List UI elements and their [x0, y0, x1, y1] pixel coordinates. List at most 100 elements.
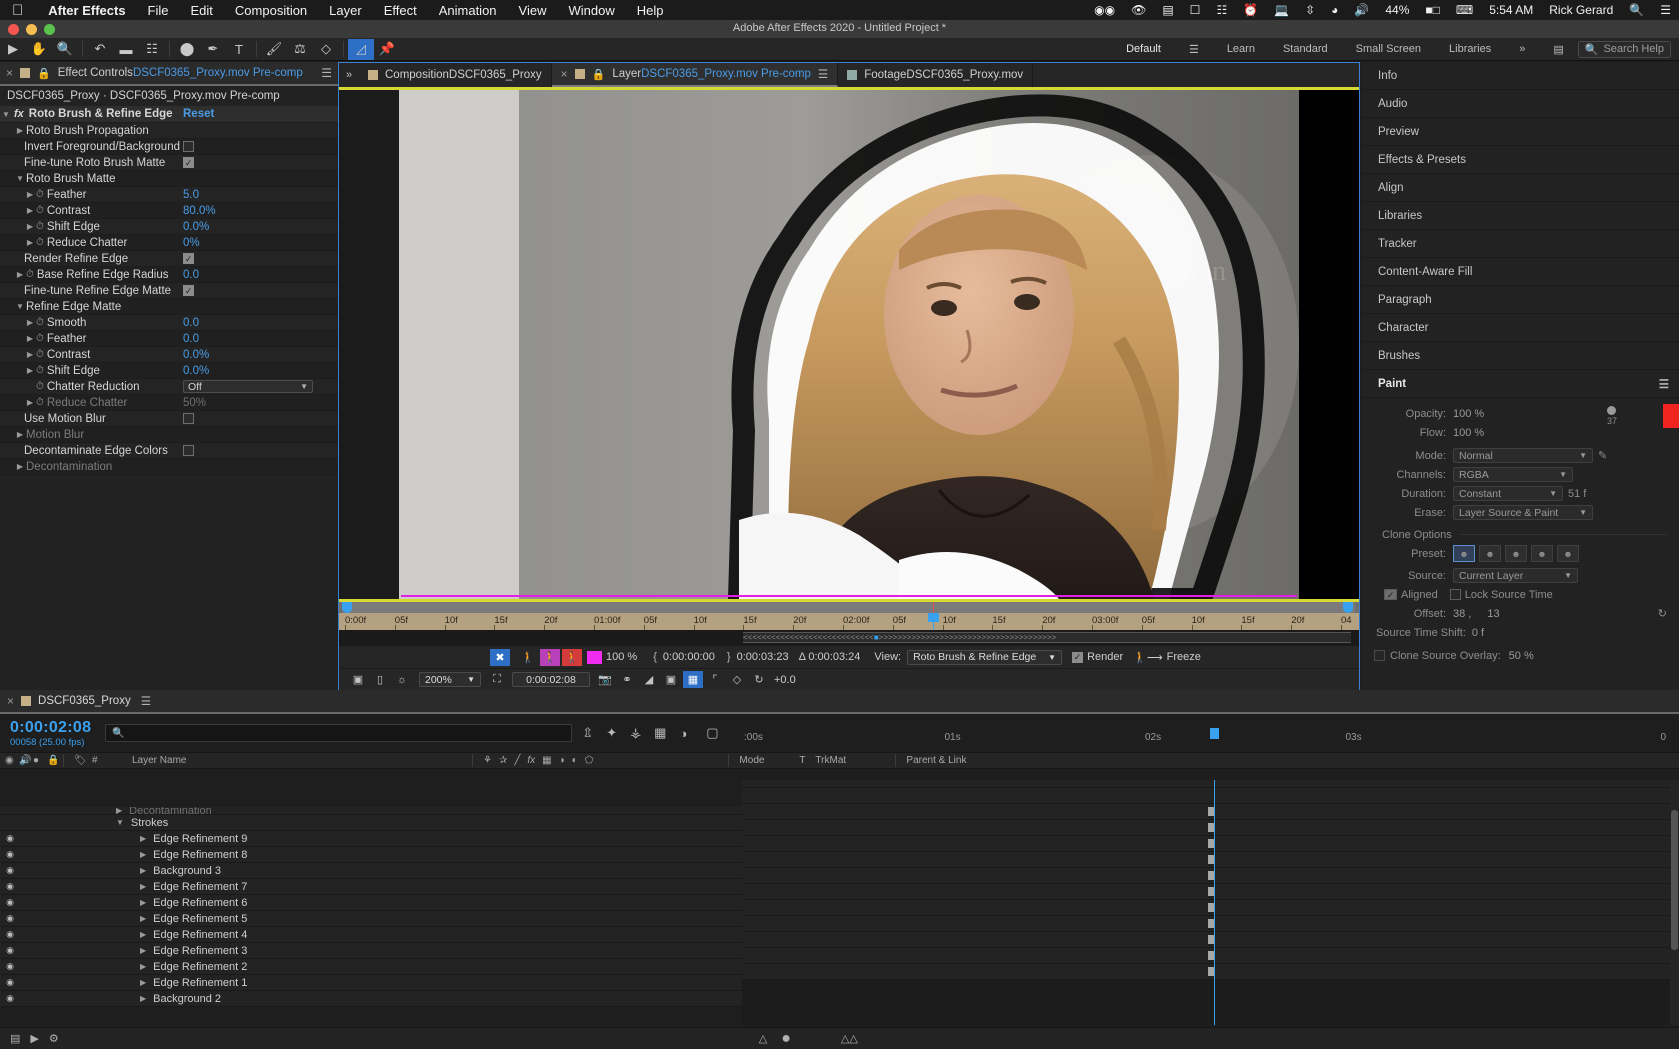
chevron-right-icon[interactable]: ▶	[140, 946, 146, 955]
transparency-grid-icon[interactable]: ▦	[683, 671, 703, 688]
paint-erase-row[interactable]: Erase: Layer Source & Paint ▼	[1374, 503, 1667, 522]
effect-row-roto-brush-propagation[interactable]: ▶ Roto Brush Propagation	[0, 123, 338, 139]
offset-value-y[interactable]: 13	[1487, 608, 1499, 620]
search-icon[interactable]: 🔍	[1621, 3, 1652, 17]
work-area[interactable]	[343, 602, 1355, 613]
screen-icon[interactable]: ▯	[370, 671, 390, 688]
adjustment-switch-icon[interactable]: ◐	[572, 755, 578, 766]
layer-row[interactable]: ◉ ▶ Edge Refinement 7	[0, 879, 742, 895]
volume-icon[interactable]: 🔊	[1346, 3, 1377, 17]
menu-view[interactable]: View	[508, 3, 558, 18]
viewer-panel-menu-icon[interactable]: ☰	[818, 67, 828, 81]
wifi-icon[interactable]: ◕	[1323, 3, 1346, 17]
chevron-right-icon[interactable]: ▶	[140, 866, 146, 875]
layer-visibility-icon[interactable]: ◉	[0, 865, 20, 876]
chevron-right-icon[interactable]: ▶	[140, 898, 146, 907]
menu-help[interactable]: Help	[626, 3, 675, 18]
aligned-checkbox[interactable]: ✓	[1384, 589, 1397, 600]
hide-shy-layers-icon[interactable]: ⚶	[630, 725, 641, 741]
effect-row-reduce-chatter[interactable]: ▶ ⏱ Reduce Chatter 50%	[0, 395, 338, 411]
effect-row-roto-brush-matte[interactable]: ▼ Roto Brush Matte	[0, 171, 338, 187]
effect-row-motion-blur[interactable]: ▶ Motion Blur	[0, 427, 338, 443]
stopwatch-icon[interactable]: ⏱	[26, 269, 34, 280]
roto-person-icon[interactable]: 🚶	[518, 649, 538, 666]
3d-glasses-icon[interactable]: ☼	[392, 671, 412, 688]
column-mode[interactable]: Mode	[734, 753, 794, 768]
toggle-switches-modes-icon[interactable]: ▤	[10, 1032, 20, 1045]
erase-select[interactable]: Layer Source & Paint ▼	[1453, 505, 1593, 520]
effect-row-fine-tune-roto-brush-matte[interactable]: Fine-tune Roto Brush Matte ✓	[0, 155, 338, 171]
effect-controls-tab[interactable]: × 🔒 Effect Controls DSCF0365_Proxy.mov P…	[0, 62, 338, 86]
chevron-right-icon[interactable]: ▶	[24, 398, 36, 407]
viewer-time-ruler[interactable]: 0:00f 05f 10f 15f 20f 01:00f 05f 10f 15f 20f 02:00…	[339, 613, 1359, 630]
clone-preset-1[interactable]: ☻	[1453, 545, 1475, 562]
selection-tool-icon[interactable]: ▶	[0, 39, 26, 60]
paint-source-row[interactable]: Source: Current Layer ▼	[1374, 566, 1667, 585]
motion-blur-icon[interactable]: ◑	[679, 726, 687, 741]
stopwatch-icon[interactable]: ⏱	[36, 317, 44, 328]
control-center-icon[interactable]: ☰	[1652, 3, 1679, 17]
app-icon-2[interactable]: ☷	[1208, 3, 1235, 17]
chevron-right-icon[interactable]: ▶	[140, 882, 146, 891]
panel-item-libraries[interactable]: Libraries	[1362, 202, 1679, 230]
effect-row-contrast[interactable]: ▶ ⏱ Contrast 80.0%	[0, 203, 338, 219]
solo-switch-icon[interactable]: ●	[28, 753, 42, 768]
chevron-right-icon[interactable]: ▶	[116, 807, 122, 815]
app-icon-1[interactable]: ☐	[1182, 3, 1209, 17]
clone-stamp-tool-icon[interactable]: ⚖	[287, 39, 313, 60]
property-value[interactable]: 5.0	[183, 189, 199, 201]
lock-icon[interactable]: 🔒	[592, 68, 606, 81]
rotation-tool-icon[interactable]: ↶	[87, 39, 113, 60]
source-time-shift-value[interactable]: 0 f	[1472, 627, 1484, 639]
alpha-boundary-icon[interactable]: ✖	[490, 648, 510, 666]
menu-window[interactable]: Window	[557, 3, 625, 18]
clone-preset-3[interactable]: ☻	[1505, 545, 1527, 562]
paint-preset-row[interactable]: Preset: ☻ ☻ ☻ ☻ ☻	[1374, 544, 1667, 563]
layer-visibility-icon[interactable]: ◉	[0, 977, 20, 988]
property-checkbox[interactable]	[183, 141, 194, 152]
mask-icon[interactable]: ◇	[727, 671, 747, 688]
zoom-out-timeline-icon[interactable]: △	[759, 1032, 767, 1045]
workspace-default[interactable]: Default	[1112, 43, 1175, 55]
property-value[interactable]: 0.0	[183, 317, 199, 329]
clock-icon[interactable]: ⏰	[1235, 3, 1266, 17]
eye-icon[interactable]: 👁	[1123, 3, 1154, 17]
frame-blending-icon[interactable]: ▦	[654, 725, 666, 741]
chevron-right-icon[interactable]: ▶	[24, 206, 36, 215]
graph-editor-icon[interactable]: ▢	[706, 725, 718, 741]
chevron-right-icon[interactable]: ▶	[24, 318, 36, 327]
chevron-right-icon[interactable]: ▶	[24, 222, 36, 231]
close-icon[interactable]: ×	[7, 694, 14, 708]
timeline-cti-stem[interactable]	[1210, 780, 1219, 1025]
user-name[interactable]: Rick Gerard	[1541, 3, 1621, 17]
close-icon[interactable]: ×	[6, 66, 13, 80]
render-queue-icon[interactable]: ▶	[30, 1032, 38, 1045]
chevron-right-icon[interactable]: ▶	[14, 126, 26, 135]
clone-source-overlay-checkbox[interactable]	[1374, 650, 1385, 661]
chevron-down-icon[interactable]: ▼	[116, 818, 124, 827]
effect-row-refine-edge-matte[interactable]: ▼ Refine Edge Matte	[0, 299, 338, 315]
chevron-down-icon[interactable]: ▼	[14, 174, 26, 183]
menu-animation[interactable]: Animation	[428, 3, 508, 18]
label-color-icon[interactable]: 🏷	[69, 753, 87, 768]
freeze-icon[interactable]: 🚶⟶	[1133, 651, 1162, 664]
clone-source-overlay-value[interactable]: 50 %	[1509, 650, 1534, 662]
composition-mini-flowchart-icon[interactable]: ⇫	[582, 725, 593, 741]
column-trkmat[interactable]: TrkMat	[810, 753, 890, 768]
freeze-label[interactable]: Freeze	[1167, 651, 1201, 663]
paint-opacity-row[interactable]: Opacity: 100 %	[1374, 404, 1667, 423]
effect-row-invert-foreground-background[interactable]: Invert Foreground/Background	[0, 139, 338, 155]
paint-mode-row[interactable]: Mode: Normal ▼ ✎	[1374, 446, 1667, 465]
panel-item-audio[interactable]: Audio	[1362, 90, 1679, 118]
roto-person-red-icon[interactable]: 🚶	[562, 648, 582, 666]
timeline-cti[interactable]	[1210, 728, 1219, 739]
lock-icon[interactable]: 🔒	[37, 67, 51, 80]
effect-row-fine-tune-refine-edge-matte[interactable]: Fine-tune Refine Edge Matte ✓	[0, 283, 338, 299]
stopwatch-icon[interactable]: ⏱	[36, 349, 44, 360]
always-preview-icon[interactable]: ▣	[348, 671, 368, 688]
paint-clone-overlay-row[interactable]: Clone Source Overlay: 50 %	[1374, 646, 1667, 665]
panel-item-character[interactable]: Character	[1362, 314, 1679, 342]
panel-item-preview[interactable]: Preview	[1362, 118, 1679, 146]
timeline-layer-list[interactable]: ▶ Decontamination ▼ Strokes ◉ ▶ Edge Refinemen…	[0, 807, 742, 1025]
stopwatch-icon[interactable]: ⏱	[36, 333, 44, 344]
